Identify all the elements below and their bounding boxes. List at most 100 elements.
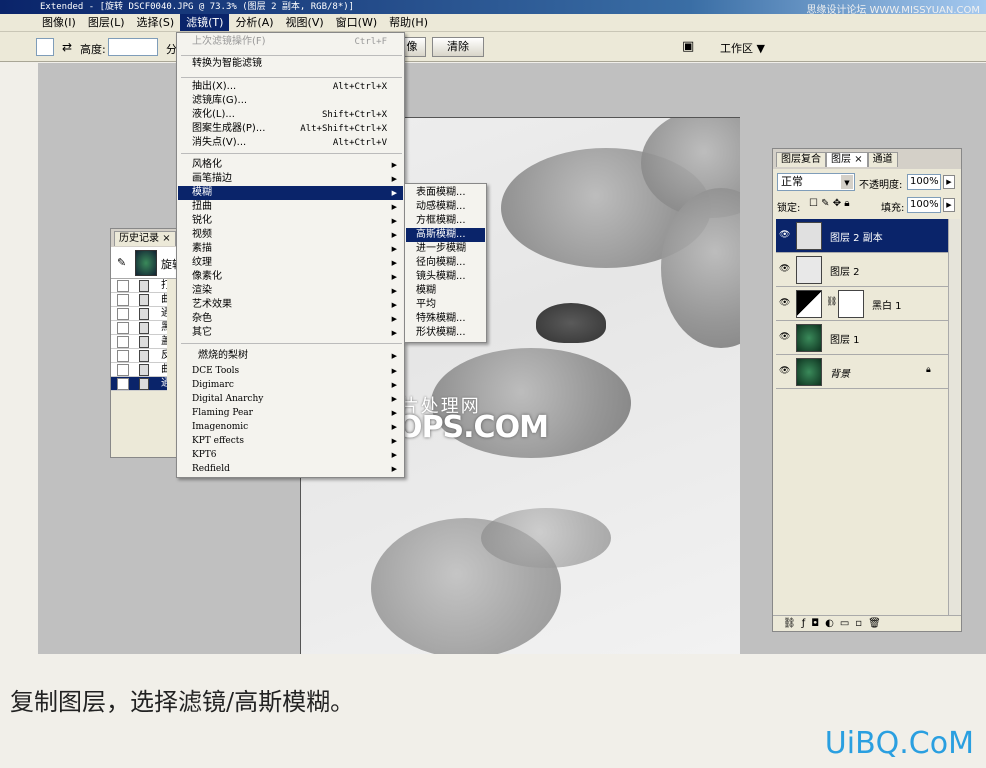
menu-item-render[interactable]: 渲染 ▶ xyxy=(178,284,403,298)
submenu-item-box-blur[interactable]: 方框模糊... xyxy=(406,214,485,228)
submenu-item-lens-blur[interactable]: 镜头模糊... xyxy=(406,270,485,284)
layer-row[interactable]: 👁︎ 图层 2 xyxy=(776,253,948,287)
tab-layer-comps[interactable]: 图层复合 xyxy=(776,152,826,167)
submenu-item-blur[interactable]: 模糊 xyxy=(406,284,485,298)
history-row[interactable]: 黑白 xyxy=(111,321,167,347)
shortcut-label: Alt+Shift+Ctrl+X xyxy=(300,124,387,134)
history-row[interactable]: 曲线 xyxy=(111,293,167,319)
menu-item-last-filter[interactable]: 上次滤镜操作(F) Ctrl+F xyxy=(178,35,403,49)
submenu-item-gaussian-blur[interactable]: 高斯模糊... xyxy=(406,228,485,242)
checkbox[interactable] xyxy=(117,294,129,306)
tab-layers[interactable]: 图层 × xyxy=(826,152,868,167)
layers-footer-icons[interactable]: ⛓ƒ◘◐▭▫🗑︎ xyxy=(773,615,961,631)
menu-item-other[interactable]: 其它 ▶ xyxy=(178,326,403,340)
checkbox[interactable] xyxy=(117,378,129,390)
history-row[interactable]: 盖印 xyxy=(111,335,167,361)
fill-slider-arrow-icon[interactable]: ▶ xyxy=(943,198,955,212)
menu-select[interactable]: 选择(S) xyxy=(131,14,181,31)
menu-item-noise[interactable]: 杂色 ▶ xyxy=(178,312,403,326)
history-row[interactable]: 打开 xyxy=(111,279,167,305)
checkbox[interactable] xyxy=(117,364,129,376)
menu-item-liquify[interactable]: 液化(L)... Shift+Ctrl+X xyxy=(178,108,403,122)
fill-field[interactable]: 100% xyxy=(907,197,941,213)
submenu-arrow-icon: ▶ xyxy=(391,203,397,211)
menu-item-convert-smart-filter[interactable]: 转换为智能滤镜 xyxy=(178,57,403,71)
menu-item-pattern-maker[interactable]: 图案生成器(P)... Alt+Shift+Ctrl+X xyxy=(178,122,403,136)
layer-row[interactable]: 👁︎ 图层 1 xyxy=(776,321,948,355)
menu-item-texture[interactable]: 纹理 ▶ xyxy=(178,256,403,270)
menu-item-filter-gallery[interactable]: 滤镜库(G)... xyxy=(178,94,403,108)
menu-window[interactable]: 窗口(W) xyxy=(330,14,383,31)
submenu-item-motion-blur[interactable]: 动感模糊... xyxy=(406,200,485,214)
menu-item-sketch[interactable]: 素描 ▶ xyxy=(178,242,403,256)
submenu-item-blur-more[interactable]: 进一步模糊 xyxy=(406,242,485,256)
height-field[interactable] xyxy=(108,38,158,56)
checkbox[interactable] xyxy=(117,336,129,348)
menu-image[interactable]: 图像(I) xyxy=(36,14,82,31)
layer-row[interactable]: 👁︎ ⛓ 黑白 1 xyxy=(776,287,948,321)
close-icon[interactable]: × xyxy=(854,154,862,165)
checkbox[interactable] xyxy=(117,322,129,334)
menu-layer[interactable]: 图层(L) xyxy=(82,14,131,31)
eye-icon[interactable]: 👁︎ xyxy=(779,298,790,308)
layer-row[interactable]: 👁︎ 背景 🔒︎ xyxy=(776,355,948,389)
close-icon[interactable]: × xyxy=(162,233,170,244)
submenu-item-average[interactable]: 平均 xyxy=(406,298,485,312)
tab-history[interactable]: 历史记录 × xyxy=(114,231,176,246)
tab-channels[interactable]: 通道 xyxy=(867,152,898,167)
menu-item-plugin-kpt-effects[interactable]: KPT effects ▶ xyxy=(178,434,403,448)
menu-item-pixelate[interactable]: 像素化 ▶ xyxy=(178,270,403,284)
menu-item-plugin-kpt6[interactable]: KPT6 ▶ xyxy=(178,448,403,462)
menu-item-brush-strokes[interactable]: 画笔描边 ▶ xyxy=(178,172,403,186)
menu-item-label: Imagenomic xyxy=(192,422,249,432)
blend-mode-select[interactable]: 正常 ▼ xyxy=(777,173,855,191)
menu-item-plugin-burning-pear[interactable]: 燃烧的梨树 ▶ xyxy=(178,349,403,363)
eye-icon[interactable]: 👁︎ xyxy=(779,264,790,274)
swap-icon[interactable]: ⇄ xyxy=(62,40,72,54)
menu-help[interactable]: 帮助(H) xyxy=(383,14,434,31)
menu-item-video[interactable]: 视频 ▶ xyxy=(178,228,403,242)
menu-item-plugin-dce-tools[interactable]: DCE Tools ▶ xyxy=(178,364,403,378)
menu-item-vanishing-point[interactable]: 消失点(V)... Alt+Ctrl+V xyxy=(178,136,403,150)
menu-analysis[interactable]: 分析(A) xyxy=(229,14,279,31)
eye-icon[interactable]: 👁︎ xyxy=(779,366,790,376)
menu-item-plugin-redfield[interactable]: Redfield ▶ xyxy=(178,462,403,476)
layers-scrollbar[interactable] xyxy=(948,219,960,615)
submenu-item-surface-blur[interactable]: 表面模糊... xyxy=(406,186,485,200)
history-row[interactable]: 曲线 xyxy=(111,363,167,389)
layer-row-selected[interactable]: 👁︎ 图层 2 副本 xyxy=(776,219,948,253)
menu-item-sharpen[interactable]: 锐化 ▶ xyxy=(178,214,403,228)
history-row[interactable]: 通道 xyxy=(111,307,167,333)
menu-separator xyxy=(181,55,402,56)
menu-item-stylize[interactable]: 风格化 ▶ xyxy=(178,158,403,172)
menu-item-extract[interactable]: 抽出(X)... Alt+Ctrl+X xyxy=(178,80,403,94)
menu-item-plugin-digimarc[interactable]: Digimarc ▶ xyxy=(178,378,403,392)
eye-icon[interactable]: 👁︎ xyxy=(779,230,790,240)
opacity-field[interactable]: 100% xyxy=(907,174,941,190)
submenu-item-smart-blur[interactable]: 特殊模糊... xyxy=(406,312,485,326)
opacity-slider-arrow-icon[interactable]: ▶ xyxy=(943,175,955,189)
menu-item-artistic[interactable]: 艺术效果 ▶ xyxy=(178,298,403,312)
submenu-arrow-icon: ▶ xyxy=(391,395,397,403)
palette-well-icon[interactable]: ▣ xyxy=(682,39,694,54)
workspace-button[interactable]: 工作区 ▼ xyxy=(720,40,765,56)
checkbox[interactable] xyxy=(117,280,129,292)
menu-filter[interactable]: 滤镜(T) xyxy=(180,14,230,31)
menu-item-label: 滤镜库(G)... xyxy=(192,95,248,106)
menu-item-distort[interactable]: 扭曲 ▶ xyxy=(178,200,403,214)
menu-view[interactable]: 视图(V) xyxy=(280,14,330,31)
submenu-item-radial-blur[interactable]: 径向模糊... xyxy=(406,256,485,270)
history-row[interactable]: 反相 xyxy=(111,349,167,375)
menu-item-plugin-flaming-pear[interactable]: Flaming Pear ▶ xyxy=(178,406,403,420)
lock-icons[interactable]: ☐ ✎ ✥ 🔒︎ xyxy=(809,198,850,209)
clear-button[interactable]: 清除 xyxy=(432,37,484,57)
menu-item-plugin-imagenomic[interactable]: Imagenomic ▶ xyxy=(178,420,403,434)
checkbox[interactable] xyxy=(117,308,129,320)
history-row-selected[interactable]: 通道 xyxy=(111,377,167,391)
checkbox[interactable] xyxy=(117,350,129,362)
menu-item-plugin-digital-anarchy[interactable]: Digital Anarchy ▶ xyxy=(178,392,403,406)
width-field[interactable] xyxy=(36,38,54,56)
submenu-item-shape-blur[interactable]: 形状模糊... xyxy=(406,326,485,340)
menu-item-blur[interactable]: 模糊 ▶ xyxy=(178,186,403,200)
eye-icon[interactable]: 👁︎ xyxy=(779,332,790,342)
